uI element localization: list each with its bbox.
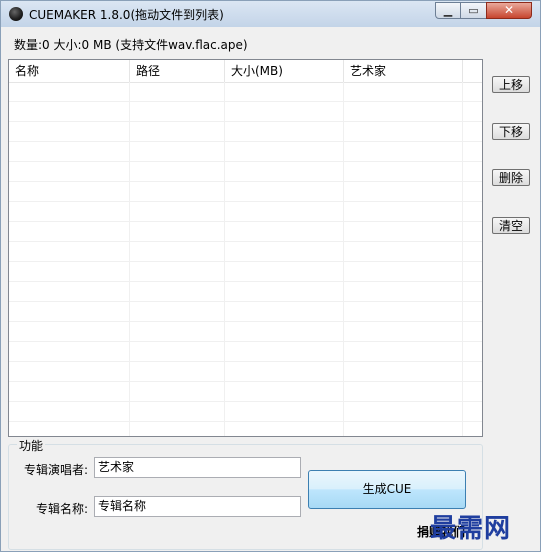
column-divider bbox=[462, 82, 463, 436]
list-header: 名称 路径 大小(MB) 艺术家 bbox=[9, 60, 482, 83]
close-icon: ✕ bbox=[503, 3, 515, 17]
move-down-button[interactable]: 下移 bbox=[492, 123, 530, 140]
maximize-button[interactable]: ▭ bbox=[460, 2, 487, 19]
album-name-label: 专辑名称: bbox=[36, 502, 89, 516]
column-header-name[interactable]: 名称 bbox=[9, 60, 130, 82]
disc-icon bbox=[9, 7, 23, 21]
album-name-input[interactable]: 专辑名称 bbox=[94, 496, 301, 517]
maximize-icon: ▭ bbox=[468, 4, 479, 17]
list-rows[interactable] bbox=[9, 82, 482, 436]
minimize-button[interactable]: ▁ bbox=[435, 2, 461, 19]
column-divider bbox=[129, 82, 130, 436]
column-header-artist[interactable]: 艺术家 bbox=[344, 60, 463, 82]
column-header-size[interactable]: 大小(MB) bbox=[225, 60, 344, 82]
function-group-label: 功能 bbox=[17, 437, 46, 454]
generate-cue-button[interactable]: 生成CUE bbox=[308, 470, 466, 509]
watermark-logo: 最需网 bbox=[430, 514, 512, 544]
clear-button[interactable]: 清空 bbox=[492, 217, 530, 234]
title-bar[interactable]: CUEMAKER 1.8.0(拖动文件到列表) ▁ ▭ ✕ bbox=[1, 1, 540, 27]
album-artist-input[interactable]: 艺术家 bbox=[94, 457, 301, 478]
delete-button[interactable]: 删除 bbox=[492, 169, 530, 186]
window-title: CUEMAKER 1.8.0(拖动文件到列表) bbox=[29, 8, 224, 22]
app-window: CUEMAKER 1.8.0(拖动文件到列表) ▁ ▭ ✕ 数量:0 大小:0 … bbox=[0, 0, 541, 552]
column-divider bbox=[343, 82, 344, 436]
album-artist-label: 专辑演唱者: bbox=[24, 463, 89, 477]
status-text: 数量:0 大小:0 MB (支持文件wav.flac.ape) bbox=[14, 38, 248, 52]
column-header-path[interactable]: 路径 bbox=[130, 60, 225, 82]
column-divider bbox=[224, 82, 225, 436]
minimize-icon: ▁ bbox=[443, 4, 453, 17]
move-up-button[interactable]: 上移 bbox=[492, 76, 530, 93]
file-list[interactable]: 名称 路径 大小(MB) 艺术家 bbox=[8, 59, 483, 437]
close-button[interactable]: ✕ bbox=[486, 2, 532, 19]
